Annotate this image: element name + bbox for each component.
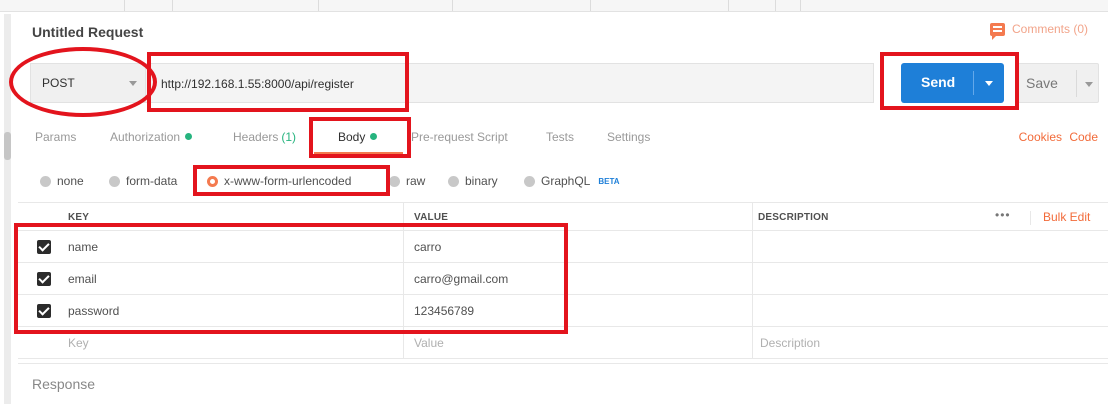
- bulk-edit-link[interactable]: Bulk Edit: [1043, 210, 1090, 224]
- response-panel: Response: [18, 363, 1108, 403]
- tab-params[interactable]: Params: [35, 130, 76, 144]
- top-strip: [0, 0, 1108, 12]
- request-tabs: Params Authorization Headers (1) Body Pre…: [0, 124, 1108, 154]
- tab-pre-request-script[interactable]: Pre-request Script: [411, 130, 508, 144]
- column-description: DESCRIPTION: [758, 212, 829, 223]
- tab-settings[interactable]: Settings: [607, 130, 650, 144]
- cookies-link[interactable]: Cookies: [1019, 130, 1062, 144]
- comment-icon: [989, 22, 1005, 40]
- description-input[interactable]: Description: [760, 336, 820, 350]
- annotation-box-urlencoded: [193, 165, 390, 196]
- annotation-box-params: [14, 223, 568, 334]
- annotation-box-body-tab: [309, 117, 411, 158]
- key-input[interactable]: Key: [68, 336, 89, 350]
- radio-graphql[interactable]: GraphQL BETA: [524, 174, 620, 188]
- radio-icon: [389, 175, 400, 187]
- tab-authorization[interactable]: Authorization: [110, 130, 193, 144]
- annotation-box-url: [147, 52, 409, 112]
- comments-label: Comments (0): [1011, 22, 1088, 36]
- column-value: VALUE: [414, 212, 449, 223]
- code-link[interactable]: Code: [1069, 130, 1098, 144]
- radio-icon: [448, 175, 459, 187]
- status-dot-icon: [185, 133, 193, 140]
- response-label: Response: [32, 376, 96, 392]
- left-scrollbar[interactable]: [4, 14, 11, 404]
- more-options-icon[interactable]: •••: [995, 208, 1011, 222]
- radio-raw[interactable]: raw: [389, 174, 425, 188]
- tab-headers[interactable]: Headers (1): [233, 130, 296, 144]
- radio-icon: [524, 175, 535, 187]
- radio-none[interactable]: none: [40, 174, 84, 188]
- annotation-oval-method: [9, 47, 157, 117]
- save-label: Save: [1026, 75, 1058, 91]
- tab-tests[interactable]: Tests: [546, 130, 574, 144]
- save-button[interactable]: Save: [1017, 63, 1099, 103]
- beta-badge: BETA: [598, 176, 620, 186]
- request-title[interactable]: Untitled Request: [32, 24, 143, 40]
- radio-icon: [109, 175, 120, 187]
- comments-button[interactable]: Comments (0): [989, 22, 1088, 40]
- annotation-box-send: [880, 52, 1019, 110]
- column-key: KEY: [68, 212, 90, 223]
- body-type-selector: none form-data x-www-form-urlencoded raw…: [0, 170, 1108, 192]
- save-options-chevron-icon[interactable]: [1085, 82, 1093, 87]
- value-input[interactable]: Value: [414, 336, 444, 350]
- radio-icon: [40, 175, 51, 187]
- radio-binary[interactable]: binary: [448, 174, 498, 188]
- radio-form-data[interactable]: form-data: [109, 174, 177, 188]
